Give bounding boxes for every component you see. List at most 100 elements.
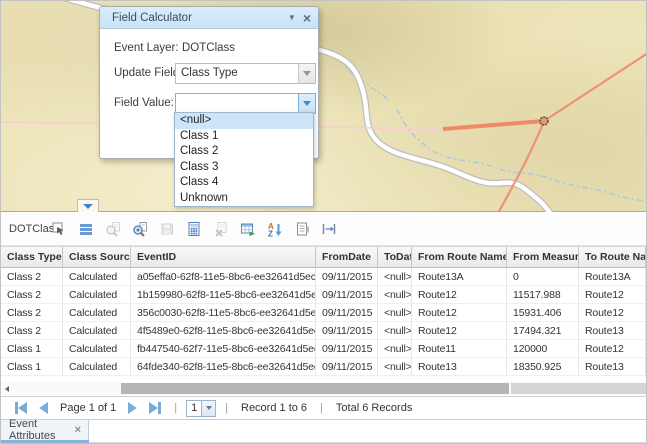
column-header[interactable]: From Measure <box>507 247 579 268</box>
resize-columns-icon[interactable] <box>321 221 337 237</box>
table-cell: Route13 <box>412 358 507 376</box>
field-calculator-icon[interactable] <box>186 221 202 237</box>
field-value-dropdown-list: <null>Class 1Class 2Class 3Class 4Unknow… <box>174 112 314 207</box>
table-row[interactable]: Class 2Calculated356c0030-62f8-11e5-8bc6… <box>1 304 646 322</box>
table-cell: 1b159980-62f8-11e5-8bc6-ee32641d5ec9 <box>131 286 316 304</box>
first-page-button[interactable] <box>15 402 27 414</box>
update-field-label: Update Field: <box>114 67 182 79</box>
dropdown-option[interactable]: Class 3 <box>175 160 313 176</box>
field-value-label: Field Value: <box>114 97 174 109</box>
table-cell: Route12 <box>412 286 507 304</box>
route-junction-marker[interactable] <box>540 117 548 125</box>
show-selected-records-icon[interactable] <box>78 221 94 237</box>
separator: | <box>320 402 323 414</box>
table-cell: 64fde340-62f8-11e5-8bc6-ee32641d5ec9 <box>131 358 316 376</box>
table-cell: fb447540-62f7-11e5-8bc6-ee32641d5ec9 <box>131 340 316 358</box>
table-cell: <null> <box>378 304 412 322</box>
table-body: Class 2Calculateda05effa0-62f8-11e5-8bc6… <box>1 268 646 376</box>
column-header[interactable]: Class Source <box>63 247 131 268</box>
dropdown-option[interactable]: <null> <box>175 113 313 129</box>
column-header[interactable]: EventID <box>131 247 316 268</box>
attributes-icon[interactable] <box>294 221 310 237</box>
dialog-titlebar[interactable]: Field Calculator ▼ × <box>100 7 318 29</box>
table-cell: Route13 <box>579 322 646 340</box>
table-cell: Route12 <box>579 286 646 304</box>
chevron-down-icon <box>303 71 311 76</box>
active-tab-underline <box>1 440 89 444</box>
chevron-down-icon <box>83 204 93 209</box>
tab-event-attributes[interactable]: Event Attributes × <box>1 420 89 440</box>
update-field-dropdown-button[interactable] <box>298 64 315 83</box>
table-cell: Route13A <box>412 268 507 286</box>
column-header[interactable]: Class Type <box>1 247 63 268</box>
record-range-label: Record 1 to 6 <box>241 402 307 414</box>
table-row[interactable]: Class 2Calculated1b159980-62f8-11e5-8bc6… <box>1 286 646 304</box>
table-cell: 4f5489e0-62f8-11e5-8bc6-ee32641d5ec9 <box>131 322 316 340</box>
route-line-orange <box>544 51 647 121</box>
table-cell: <null> <box>378 358 412 376</box>
select-features-icon[interactable] <box>51 221 67 237</box>
previous-page-button[interactable] <box>39 402 48 414</box>
dialog-collapse-button[interactable]: ▼ <box>288 14 296 22</box>
page-number-value[interactable]: 1 <box>186 400 202 417</box>
separator: | <box>225 402 228 414</box>
chevron-down-icon <box>303 101 311 106</box>
column-header[interactable]: ToDate <box>378 247 412 268</box>
dropdown-option[interactable]: Unknown <box>175 191 313 207</box>
app-window: Field Calculator ▼ × Event Layer: DOTCla… <box>0 0 647 444</box>
page-number-spinner[interactable]: 1 <box>186 400 216 417</box>
table-row[interactable]: Class 2Calculated4f5489e0-62f8-11e5-8bc6… <box>1 322 646 340</box>
scroll-left-icon[interactable] <box>5 386 9 392</box>
table-filler <box>1 376 646 396</box>
column-header[interactable]: To Route Name <box>579 247 646 268</box>
update-field-combobox[interactable]: Class Type <box>175 63 316 84</box>
table-row[interactable]: Class 1Calculatedfb447540-62f7-11e5-8bc6… <box>1 340 646 358</box>
column-header[interactable]: From Route Name <box>412 247 507 268</box>
table-toolbar: DOTClass <box>1 212 646 246</box>
event-layer-label: Event Layer: <box>114 42 179 54</box>
table-cell: 09/11/2015 <box>316 286 378 304</box>
dropdown-option[interactable]: Class 1 <box>175 129 313 145</box>
table-cell: 0 <box>507 268 579 286</box>
column-header[interactable]: FromDate <box>316 247 378 268</box>
field-value-dropdown-button[interactable] <box>298 94 315 113</box>
map-canvas[interactable] <box>1 1 646 212</box>
table-cell: a05effa0-62f8-11e5-8bc6-ee32641d5ec9 <box>131 268 316 286</box>
table-row[interactable]: Class 1Calculated64fde340-62f8-11e5-8bc6… <box>1 358 646 376</box>
table-cell: 09/11/2015 <box>316 322 378 340</box>
table-cell: Calculated <box>63 268 131 286</box>
pagination-bar: Page 1 of 1 | 1 | Record 1 to 6 | Total … <box>1 396 646 419</box>
event-layer-value: DOTClass <box>182 42 235 54</box>
table-cell: Route12 <box>412 304 507 322</box>
dropdown-option[interactable]: Class 2 <box>175 144 313 160</box>
last-page-button[interactable] <box>149 402 161 414</box>
table-cell: Calculated <box>63 304 131 322</box>
tab-close-icon[interactable]: × <box>75 424 81 436</box>
scrollbar-thumb[interactable] <box>121 383 509 394</box>
table-cell: 356c0030-62f8-11e5-8bc6-ee32641d5ec9 <box>131 304 316 322</box>
add-record-icon[interactable] <box>240 221 256 237</box>
dropdown-option[interactable]: Class 4 <box>175 175 313 191</box>
table-cell: Class 2 <box>1 268 63 286</box>
table-cell: <null> <box>378 268 412 286</box>
table-cell: 15931.406 <box>507 304 579 322</box>
update-field-value: Class Type <box>176 64 298 83</box>
zoom-to-record-icon[interactable] <box>132 221 148 237</box>
delete-selected-icon <box>213 221 229 237</box>
scrollbar-track-right[interactable] <box>511 383 646 394</box>
dialog-close-button[interactable]: × <box>303 11 311 25</box>
page-number-dropdown-button[interactable] <box>202 400 216 417</box>
panel-collapse-tab[interactable] <box>77 199 99 212</box>
table-cell: <null> <box>378 286 412 304</box>
table-cell: 09/11/2015 <box>316 304 378 322</box>
table-cell: Route12 <box>579 340 646 358</box>
table-cell: 09/11/2015 <box>316 268 378 286</box>
field-value-combobox[interactable] <box>175 93 316 114</box>
horizontal-scrollbar[interactable] <box>1 382 646 395</box>
table-row[interactable]: Class 2Calculateda05effa0-62f8-11e5-8bc6… <box>1 268 646 286</box>
table-cell: Calculated <box>63 286 131 304</box>
sort-icon[interactable] <box>267 221 283 237</box>
table-cell: Calculated <box>63 322 131 340</box>
table-cell: Route12 <box>412 322 507 340</box>
next-page-button[interactable] <box>128 402 137 414</box>
